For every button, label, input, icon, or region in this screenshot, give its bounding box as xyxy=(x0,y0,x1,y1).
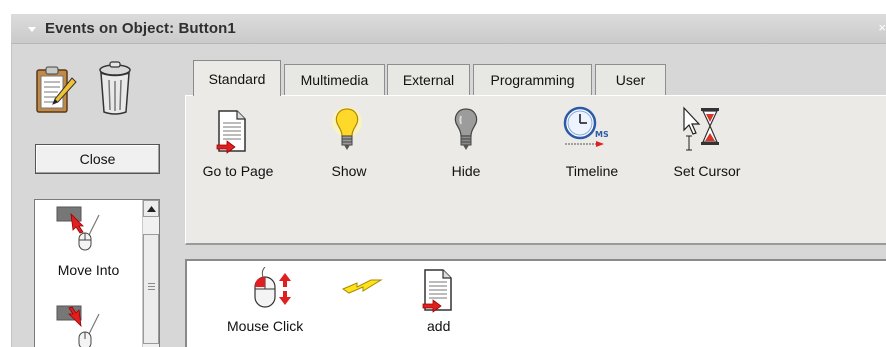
actions-panel xyxy=(185,95,886,245)
cursor-hourglass-icon[interactable] xyxy=(681,106,725,154)
document-go-icon[interactable] xyxy=(215,109,251,155)
trigger-list-scrollbar[interactable] xyxy=(142,200,159,347)
chevron-up-icon xyxy=(146,205,156,212)
collapse-arrow-icon[interactable] xyxy=(28,27,36,32)
tab-programming[interactable]: Programming xyxy=(473,64,592,95)
tab-multimedia[interactable]: Multimedia xyxy=(284,64,385,95)
trigger-list[interactable]: Move Into xyxy=(34,199,160,347)
lightning-bolt-icon xyxy=(341,277,383,299)
svg-text:MS: MS xyxy=(595,130,608,139)
window-title: Events on Object: Button1 xyxy=(45,20,236,37)
trash-can-icon[interactable] xyxy=(96,60,134,116)
tab-user[interactable]: User xyxy=(595,64,666,95)
scroll-thumb[interactable] xyxy=(143,234,159,344)
close-button[interactable]: Close xyxy=(35,144,160,174)
event-trigger-label[interactable]: Mouse Click xyxy=(227,318,303,334)
action-timeline-label[interactable]: Timeline xyxy=(552,163,632,179)
scroll-up-button[interactable] xyxy=(143,200,159,217)
document-go-icon[interactable] xyxy=(421,268,457,314)
tab-standard[interactable]: Standard xyxy=(193,60,281,96)
mouse-click-icon[interactable] xyxy=(253,267,301,311)
action-go-to-page-label[interactable]: Go to Page xyxy=(189,163,287,179)
clock-timeline-icon[interactable]: MS xyxy=(562,106,608,152)
close-icon[interactable]: × xyxy=(878,20,886,35)
lightbulb-on-icon[interactable] xyxy=(330,106,364,154)
tab-external[interactable]: External xyxy=(387,64,470,95)
title-bar[interactable]: Events on Object: Button1 × xyxy=(11,14,886,44)
trigger-move-into-label[interactable]: Move Into xyxy=(35,262,142,278)
action-show-label[interactable]: Show xyxy=(320,163,378,179)
event-action-label[interactable]: add xyxy=(427,318,450,334)
action-set-cursor-label[interactable]: Set Cursor xyxy=(662,163,752,179)
lightbulb-off-icon[interactable] xyxy=(449,106,483,154)
mouse-move-into-icon[interactable] xyxy=(55,205,105,251)
clipboard-edit-icon[interactable] xyxy=(34,64,78,116)
action-hide-label[interactable]: Hide xyxy=(436,163,496,179)
mouse-move-out-icon[interactable] xyxy=(55,304,105,347)
